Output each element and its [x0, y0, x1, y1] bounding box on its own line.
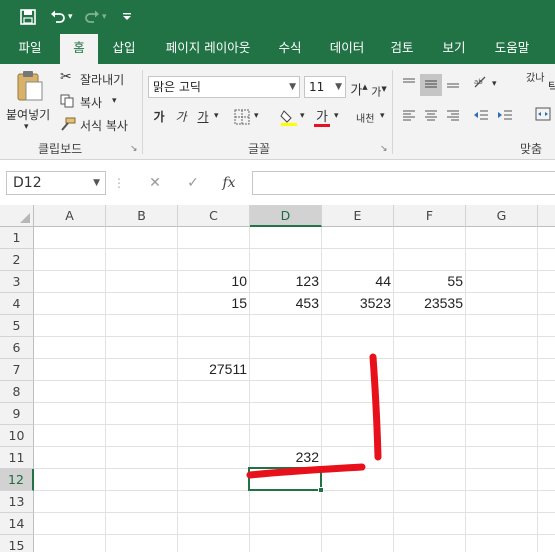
- more-dots-icon: ⋮: [113, 176, 125, 190]
- chevron-down-icon: ▼: [93, 178, 100, 188]
- merge-center-icon[interactable]: [532, 106, 554, 128]
- chevron-down-icon: ▼: [335, 82, 342, 92]
- font-color-dropdown-icon[interactable]: ▾: [334, 111, 339, 121]
- orientation-icon[interactable]: ab: [470, 74, 492, 96]
- title-bar: ▾ ▾: [0, 0, 555, 34]
- customize-qat-icon[interactable]: [122, 6, 132, 28]
- undo-dropdown-icon[interactable]: ▾: [68, 6, 73, 28]
- align-bottom-icon[interactable]: [442, 74, 464, 96]
- underline-dropdown-icon[interactable]: ▾: [214, 111, 219, 121]
- cancel-icon[interactable]: ✕: [142, 171, 168, 195]
- format-painter-button[interactable]: 서식 복사: [80, 117, 128, 134]
- fill-color-dropdown-icon[interactable]: ▾: [300, 111, 305, 121]
- font-name-value: 맑은 고딕: [153, 80, 201, 94]
- paste-icon[interactable]: [14, 70, 44, 105]
- tab-page-layout[interactable]: 페이지 레이아웃: [156, 34, 260, 64]
- svg-text:ab: ab: [474, 78, 483, 86]
- phonetic-dropdown-icon[interactable]: ▾: [380, 111, 385, 121]
- tab-help[interactable]: 도움말: [484, 34, 540, 64]
- copy-dropdown-icon[interactable]: ▾: [112, 96, 117, 106]
- format-painter-icon[interactable]: [60, 117, 76, 134]
- font-color-button[interactable]: 가: [314, 106, 330, 127]
- align-left-icon[interactable]: [398, 106, 420, 128]
- red-hand-drawn-corner-mark: [246, 353, 382, 479]
- font-size-combo[interactable]: 11 ▼: [304, 76, 346, 98]
- group-separator: [392, 70, 393, 154]
- undo-icon[interactable]: [50, 6, 66, 28]
- tab-review[interactable]: 검토: [382, 34, 422, 64]
- save-icon[interactable]: [20, 6, 36, 28]
- tab-view[interactable]: 보기: [434, 34, 474, 64]
- shrink-font-button[interactable]: 가▼: [368, 78, 390, 100]
- cut-icon[interactable]: ✂: [60, 69, 72, 85]
- underline-button[interactable]: 가: [192, 106, 214, 128]
- align-middle-icon[interactable]: [420, 74, 442, 96]
- formula-input[interactable]: [252, 171, 555, 195]
- grow-font-button[interactable]: 가▲: [348, 76, 370, 98]
- ribbon-tabs: 파일 홈 삽입 페이지 레이아웃 수식 데이터 검토 보기 도움말: [0, 34, 555, 64]
- tab-home[interactable]: 홈: [60, 34, 98, 64]
- font-size-value: 11: [309, 80, 325, 94]
- font-launcher-icon[interactable]: ↘: [380, 144, 388, 154]
- phonetic-button[interactable]: 내천: [356, 110, 374, 125]
- red-vertical-stroke: [369, 353, 382, 461]
- paste-dropdown-icon[interactable]: ▾: [24, 122, 29, 132]
- tab-insert[interactable]: 삽입: [104, 34, 144, 64]
- align-top-icon[interactable]: [398, 74, 420, 96]
- name-box-value: D12: [13, 175, 42, 191]
- borders-icon[interactable]: [234, 109, 250, 128]
- align-right-icon[interactable]: [442, 106, 464, 128]
- fill-color-icon[interactable]: [280, 108, 298, 129]
- borders-dropdown-icon[interactable]: ▾: [254, 111, 259, 121]
- copy-button[interactable]: 복사: [80, 94, 102, 111]
- tab-data[interactable]: 데이터: [322, 34, 372, 64]
- font-name-combo[interactable]: 맑은 고딕 ▼: [148, 76, 300, 98]
- tab-file[interactable]: 파일: [8, 34, 52, 64]
- redo-icon: [84, 6, 100, 28]
- wrap-text-icon[interactable]: 탁: [548, 78, 555, 95]
- cut-button[interactable]: 잘라내기: [80, 71, 124, 88]
- group-separator: [142, 70, 143, 154]
- increase-indent-icon[interactable]: [494, 106, 516, 128]
- ribbon: 붙여넣기 ▾ ✂ 잘라내기 복사 ▾ 서식 복사 클립보드 ↘ 맑은 고딕 ▼ …: [0, 64, 555, 160]
- alignment-group-label: 맞춤: [520, 142, 543, 156]
- clipboard-group-label: 클립보드: [38, 142, 83, 156]
- align-center-icon[interactable]: [420, 106, 442, 128]
- redo-dropdown-icon: ▾: [102, 12, 107, 22]
- insert-function-icon[interactable]: fx: [216, 171, 242, 195]
- italic-button[interactable]: 가: [170, 106, 192, 128]
- copy-icon[interactable]: [60, 94, 74, 111]
- wrap-text-button[interactable]: 갔나: [526, 74, 546, 84]
- formula-bar: D12 ▼ ⋮ ✕ ✓ fx: [0, 161, 555, 205]
- paste-button[interactable]: 붙여넣기: [6, 106, 50, 123]
- orientation-dropdown-icon[interactable]: ▾: [492, 79, 497, 89]
- chevron-down-icon: ▼: [289, 82, 296, 92]
- decrease-indent-icon[interactable]: [470, 106, 492, 128]
- red-horizontal-stroke: [246, 463, 366, 479]
- enter-icon[interactable]: ✓: [180, 171, 206, 195]
- tab-formulas[interactable]: 수식: [270, 34, 310, 64]
- clipboard-launcher-icon[interactable]: ↘: [130, 144, 138, 154]
- bold-button[interactable]: 가: [148, 106, 170, 128]
- name-box[interactable]: D12 ▼: [6, 171, 106, 195]
- font-group-label: 글꼴: [248, 142, 271, 156]
- worksheet-grid[interactable]: ABCDEFG 1 2 3 4 5 6 7 8 9 10 11 12 13 14 15 10 123 44 55 1…: [0, 205, 555, 552]
